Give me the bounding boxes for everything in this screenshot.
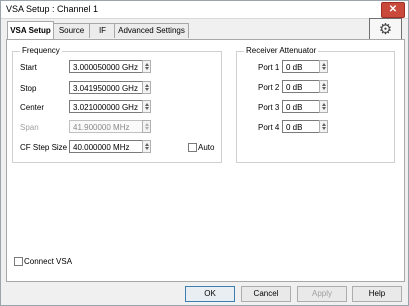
center-label: Center — [20, 103, 45, 112]
help-button[interactable]: Help — [352, 286, 402, 302]
port-4-field[interactable]: 0 dB — [282, 120, 320, 133]
connect-vsa-label: Connect VSA — [24, 257, 73, 266]
port-4-label: Port 4 — [258, 123, 280, 132]
port-2-label: Port 2 — [258, 83, 280, 92]
tab-if[interactable]: IF — [89, 23, 116, 38]
ok-button[interactable]: OK — [185, 286, 235, 302]
dialog-window: VSA Setup : Channel 1 ✕ VSA Setup Source… — [0, 0, 409, 306]
tab-panel: Frequency Start 3.000050000 GHz Stop 3.0… — [6, 39, 405, 282]
tab-advanced-settings[interactable]: Advanced Settings — [114, 23, 189, 38]
auto-checkbox[interactable] — [188, 143, 197, 152]
span-field: 41.900000 MHz — [69, 120, 143, 133]
auto-label: Auto — [198, 143, 215, 152]
cf-step-size-stepper[interactable] — [142, 140, 151, 153]
window-title: VSA Setup : Channel 1 — [6, 4, 99, 14]
button-bar: OK Cancel Apply Help — [1, 282, 408, 305]
start-stepper[interactable] — [142, 60, 151, 73]
start-field[interactable]: 3.000050000 GHz — [69, 60, 143, 73]
span-stepper — [142, 120, 151, 133]
close-button[interactable]: ✕ — [381, 2, 405, 18]
center-field[interactable]: 3.021000000 GHz — [69, 100, 143, 113]
gear-icon: ⚙ — [378, 21, 393, 38]
stop-field[interactable]: 3.041950000 GHz — [69, 81, 143, 94]
port-1-stepper[interactable] — [319, 60, 328, 73]
cf-step-size-field[interactable]: 40.000000 MHz — [69, 140, 143, 153]
start-label: Start — [20, 63, 37, 72]
port-2-stepper[interactable] — [319, 80, 328, 93]
title-bar: VSA Setup : Channel 1 ✕ — [1, 1, 408, 19]
receiver-attenuator-title: Receiver Attenuator — [244, 46, 319, 55]
port-3-field[interactable]: 0 dB — [282, 100, 320, 113]
stop-stepper[interactable] — [142, 81, 151, 94]
port-3-stepper[interactable] — [319, 100, 328, 113]
center-stepper[interactable] — [142, 100, 151, 113]
cf-step-size-label: CF Step Size — [20, 143, 68, 152]
connect-vsa-checkbox[interactable] — [14, 257, 23, 266]
port-3-label: Port 3 — [258, 103, 280, 112]
tab-source[interactable]: Source — [52, 23, 91, 38]
span-label: Span — [20, 123, 39, 132]
port-2-field[interactable]: 0 dB — [282, 80, 320, 93]
stop-label: Stop — [20, 84, 37, 93]
port-1-label: Port 1 — [258, 63, 280, 72]
port-4-stepper[interactable] — [319, 120, 328, 133]
frequency-title: Frequency — [20, 46, 62, 55]
tab-vsa-setup[interactable]: VSA Setup — [7, 21, 54, 39]
cancel-button[interactable]: Cancel — [241, 286, 291, 302]
port-1-field[interactable]: 0 dB — [282, 60, 320, 73]
apply-button: Apply — [297, 286, 347, 302]
